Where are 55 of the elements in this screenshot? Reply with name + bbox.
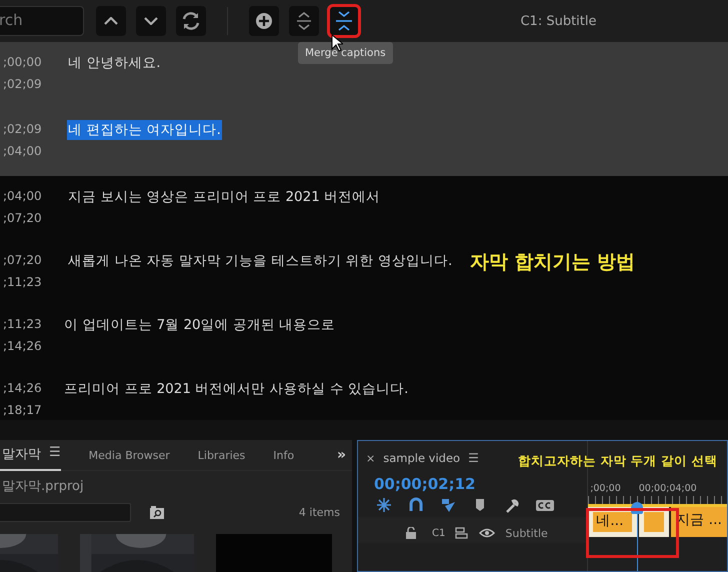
eye-icon[interactable] xyxy=(479,528,496,538)
caption-text[interactable]: 네 안녕하세요. xyxy=(67,53,162,73)
sync-lock-icon[interactable] xyxy=(455,527,470,539)
overflow-button[interactable]: » xyxy=(336,447,346,463)
refresh-button[interactable] xyxy=(176,6,206,36)
item-count: 4 items xyxy=(298,506,340,519)
ruler-time: ;00;00 xyxy=(590,483,621,494)
tooltip: Merge captions xyxy=(298,42,393,64)
search-icon[interactable] xyxy=(150,506,164,519)
caption-text[interactable]: 프리미어 프로 2021 버전에서만 사용하실 수 있습니다. xyxy=(63,379,410,399)
add-button[interactable] xyxy=(249,6,279,36)
captions-icon[interactable] xyxy=(536,497,554,513)
search-field[interactable] xyxy=(0,503,131,522)
caption-text[interactable]: 새롭게 나온 자동 말자막 기능을 테스트하기 위한 영상입니다. xyxy=(67,251,454,271)
caption-text[interactable]: 지금 보시는 영상은 프리미어 프로 2021 버전에서 xyxy=(67,187,382,207)
close-button[interactable]: × xyxy=(366,452,376,464)
end-time: ;04;00 xyxy=(3,143,43,160)
sequence-tab[interactable]: sample video xyxy=(383,451,460,465)
annotation-text: 합치고자하는 자막 두개 같이 선택 xyxy=(518,453,718,470)
panel-tab[interactable]: Media Browser xyxy=(88,442,170,468)
caption-text[interactable]: 네 편집하는 여자입니다. xyxy=(67,120,222,140)
track-label: Subtitle xyxy=(505,526,548,540)
search-field[interactable]: rch xyxy=(0,6,84,36)
end-time: ;11;23 xyxy=(3,274,43,291)
panel-tab[interactable]: Libraries xyxy=(198,442,246,468)
split-button[interactable] xyxy=(289,6,319,36)
track-name: C1 xyxy=(432,528,446,538)
end-time: ;18;17 xyxy=(3,402,43,419)
end-time: ;02;09 xyxy=(3,76,43,93)
track-title: C1: Subtitle xyxy=(519,14,598,28)
end-time: ;14;26 xyxy=(3,338,43,355)
menu-icon[interactable]: ☰ xyxy=(49,445,61,463)
caption-text[interactable]: 이 업데이트는 7월 20일에 공개된 내용으로 xyxy=(63,315,336,335)
panel-tab[interactable]: 말자막 xyxy=(2,445,41,463)
down-arrow-button[interactable] xyxy=(136,6,166,36)
caption-thumbnail[interactable] xyxy=(216,534,332,572)
menu-icon[interactable]: ☰ xyxy=(468,451,479,465)
start-time: ;00;00 xyxy=(3,54,43,71)
start-time: ;11;23 xyxy=(3,316,43,333)
start-time: ;04;00 xyxy=(3,188,43,205)
end-time: ;07;20 xyxy=(3,210,43,227)
linked-selection-icon[interactable] xyxy=(440,497,458,513)
ruler-time: 00;00;04;00 xyxy=(638,483,697,494)
caption-row[interactable]: ;02;09 ;04;00 네 편집하는 여자입니다. xyxy=(0,109,728,176)
panel-tab[interactable]: Info xyxy=(273,442,294,468)
time-ruler[interactable] xyxy=(588,496,727,507)
project-file-name: 말자막.prproj xyxy=(1,478,85,495)
start-time: ;02;09 xyxy=(3,121,43,138)
merge-button[interactable] xyxy=(329,6,359,36)
snap-icon[interactable] xyxy=(376,497,394,513)
lock-icon[interactable] xyxy=(406,527,416,539)
start-time: ;14;26 xyxy=(3,380,43,397)
annotation-text: 자막 합치기는 방법 xyxy=(470,250,636,275)
up-arrow-button[interactable] xyxy=(96,6,126,36)
start-time: ;07;20 xyxy=(3,252,43,269)
